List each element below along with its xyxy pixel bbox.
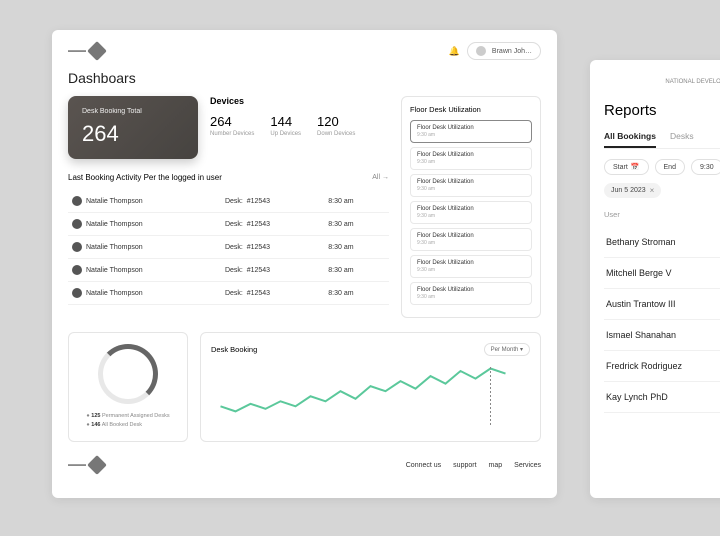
per-month-filter[interactable]: Per Month ▾ [484,343,530,356]
util-item[interactable]: Floor Desk Utilization9:30 am [410,201,532,224]
util-item[interactable]: Floor Desk Utilization9:30 am [410,147,532,170]
util-item[interactable]: Floor Desk Utilization9:30 am [410,174,532,197]
table-row[interactable]: Natalie ThompsonDesk: #125438:30 am [68,236,389,259]
util-item[interactable]: Floor Desk Utilization9:30 am [410,255,532,278]
end-filter[interactable]: End [655,159,685,175]
user-row[interactable]: Austin Trantow III [604,289,720,320]
start-filter[interactable]: Start 📅 [604,159,649,175]
user-row[interactable]: Fredrick Rodriguez [604,351,720,382]
footer: ▬▬▬ Connect us support map Services [68,452,541,472]
avatar-icon [72,219,82,229]
header: ▬▬▬ 🔔 Brawn Joh… [68,42,541,60]
tab-desks[interactable]: Desks [670,131,694,148]
user-row[interactable]: Mitchell Berge V [604,258,720,289]
user-name: Brawn Joh… [492,48,532,55]
table-row[interactable]: Natalie ThompsonDesk: #125438:30 am [68,282,389,305]
footer-logo: ▬▬▬ [68,458,104,472]
reports-logo: NATIONAL DEVELOPMENT FUND [604,76,720,88]
user-row[interactable]: Kay Lynch PhD [604,382,720,413]
table-row[interactable]: Natalie ThompsonDesk: #125438:30 am [68,259,389,282]
user-column-header: User [604,210,720,219]
donut-legend: ● 125 Permanent Assigned Desks ● 146 All… [86,412,169,430]
date-chip[interactable]: Jun 5 2023× [604,183,661,198]
donut-card: ● 125 Permanent Assigned Desks ● 146 All… [68,332,188,442]
avatar-icon [72,265,82,275]
bell-icon[interactable]: 🔔 [449,46,459,56]
footer-link[interactable]: map [489,462,503,469]
stat-number: 264Number Devices [210,114,254,137]
dashboard-panel: ▬▬▬ 🔔 Brawn Joh… Dashboars Desk Booking … [52,30,557,498]
stat-down: 120Down Devices [317,114,355,137]
logo: ▬▬▬ [68,44,104,58]
close-icon[interactable]: × [650,186,655,195]
util-item[interactable]: Floor Desk Utilization9:30 am [410,120,532,143]
footer-link[interactable]: Connect us [406,462,441,469]
util-item[interactable]: Floor Desk Utilization9:30 am [410,228,532,251]
activity-all-link[interactable]: All → [372,174,389,181]
tab-all-bookings[interactable]: All Bookings [604,131,656,148]
util-title: Floor Desk Utilization [410,105,532,114]
user-chip[interactable]: Brawn Joh… [467,42,541,60]
avatar-icon [476,46,486,56]
activity-title: Last Booking Activity Per the logged in … [68,173,222,182]
donut-chart [98,344,158,404]
avatar-icon [72,288,82,298]
line-chart [211,362,530,432]
reports-title: Reports [604,102,720,119]
logo-text: ▬▬▬ [68,48,86,54]
stat-up: 144Up Devices [270,114,301,137]
line-card: Desk Booking Per Month ▾ [200,332,541,442]
logo-icon [87,41,107,61]
utilization-panel: Floor Desk Utilization Floor Desk Utiliz… [401,96,541,318]
page-title: Dashboars [68,70,541,86]
total-card: Desk Booking Total 264 [68,96,198,159]
devices-block: Devices 264Number Devices 144Up Devices … [210,96,389,159]
avatar-icon [72,196,82,206]
table-row[interactable]: Natalie ThompsonDesk: #125438:30 am [68,190,389,213]
calendar-icon: 📅 [631,163,640,171]
total-value: 264 [82,121,184,147]
footer-link[interactable]: Services [514,462,541,469]
util-item[interactable]: Floor Desk Utilization9:30 am [410,282,532,305]
devices-title: Devices [210,96,389,106]
time-filter[interactable]: 9:30 [691,159,720,175]
user-row[interactable]: Bethany Stroman [604,227,720,258]
activity-section: Last Booking Activity Per the logged in … [68,173,389,305]
activity-table: Natalie ThompsonDesk: #125438:30 amNatal… [68,190,389,305]
table-row[interactable]: Natalie ThompsonDesk: #125438:30 am [68,213,389,236]
user-row[interactable]: Ismael Shanahan [604,320,720,351]
tabs: All Bookings Desks [604,131,720,149]
reports-panel: NATIONAL DEVELOPMENT FUND Reports All Bo… [590,60,720,498]
footer-link[interactable]: support [453,462,476,469]
line-title: Desk Booking [211,345,257,354]
total-label: Desk Booking Total [82,108,184,115]
avatar-icon [72,242,82,252]
